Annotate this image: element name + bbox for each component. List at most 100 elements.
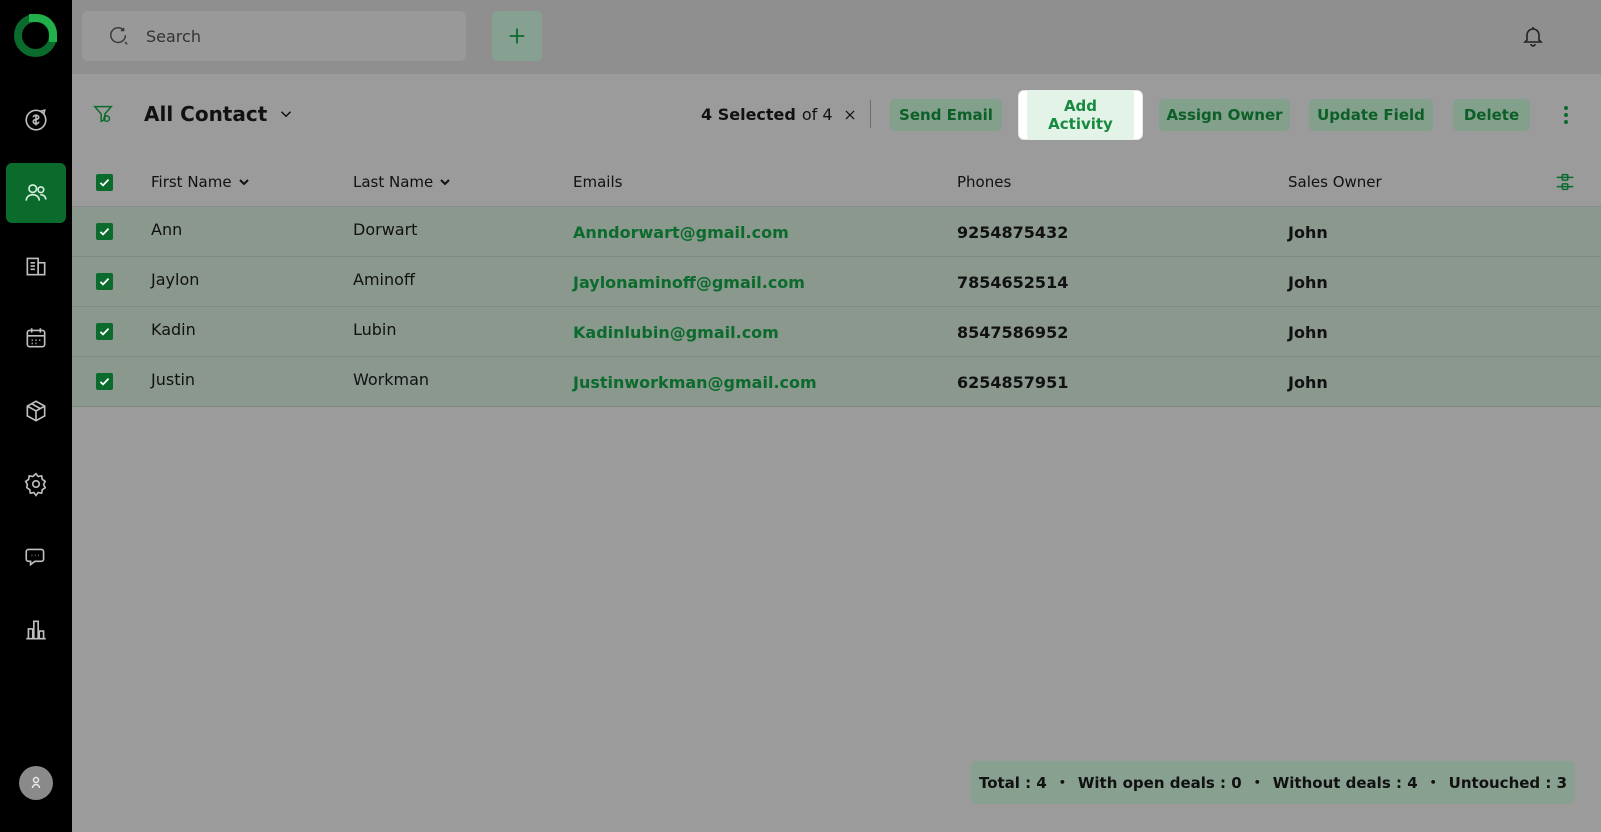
- nav-chat[interactable]: [6, 527, 66, 587]
- nav-contacts[interactable]: [6, 163, 66, 223]
- row-checkbox[interactable]: [96, 273, 113, 290]
- cell-first-name: Kadin: [151, 320, 196, 339]
- filter-button[interactable]: [92, 103, 116, 127]
- table-header: First Name Last Name Emails Phones Sales…: [72, 159, 1601, 207]
- cell-owner: John: [1288, 373, 1328, 392]
- row-checkbox[interactable]: [96, 323, 113, 340]
- view-selector[interactable]: All Contact: [144, 102, 295, 126]
- avatar[interactable]: [19, 766, 53, 800]
- nav-companies[interactable]: [6, 236, 66, 296]
- table-row[interactable]: Justin Workman Justinworkman@gmail.com 6…: [72, 357, 1601, 407]
- separator-dot: •: [1429, 776, 1437, 789]
- cell-phone: 8547586952: [957, 323, 1069, 342]
- stat-open-deals: With open deals : 0: [1077, 773, 1242, 792]
- nav-products[interactable]: [6, 381, 66, 441]
- chat-icon: [25, 548, 45, 567]
- column-label: Sales Owner: [1288, 173, 1382, 191]
- search-box[interactable]: [82, 11, 466, 61]
- delete-button[interactable]: Delete: [1453, 99, 1530, 131]
- cell-last-name: Aminoff: [353, 270, 415, 289]
- update-field-button[interactable]: Update Field: [1309, 99, 1433, 131]
- products-icon: [26, 400, 46, 422]
- stat-untouched: Untouched : 3: [1448, 773, 1568, 792]
- close-icon: [845, 110, 855, 119]
- column-first-name[interactable]: First Name: [151, 173, 250, 191]
- cell-owner: John: [1288, 273, 1328, 292]
- cell-email[interactable]: Anndorwart@gmail.com: [573, 223, 789, 242]
- cell-owner: John: [1288, 223, 1328, 242]
- column-settings-button[interactable]: [1554, 171, 1578, 195]
- row-checkbox[interactable]: [96, 373, 113, 390]
- top-bar: [72, 0, 1601, 74]
- cell-owner: John: [1288, 323, 1328, 342]
- selected-of: of 4: [801, 105, 833, 124]
- cell-email[interactable]: Jaylonaminoff@gmail.com: [573, 273, 805, 292]
- cell-phone: 6254857951: [957, 373, 1069, 392]
- column-label: Emails: [573, 173, 623, 191]
- assign-owner-button[interactable]: Assign Owner: [1159, 99, 1290, 131]
- column-emails[interactable]: Emails: [573, 173, 622, 191]
- sidebar: [0, 0, 72, 832]
- nav-deals[interactable]: [6, 90, 66, 150]
- select-all-checkbox[interactable]: [96, 174, 113, 191]
- checkbox-icon: [99, 328, 110, 336]
- stat-without-deals: Without deals : 4: [1272, 773, 1418, 792]
- table-row[interactable]: Jaylon Aminoff Jaylonaminoff@gmail.com 7…: [72, 257, 1601, 307]
- more-options-button[interactable]: [1558, 104, 1574, 128]
- checkbox-icon: [99, 278, 110, 286]
- bell-icon: [1523, 27, 1543, 47]
- cell-first-name: Jaylon: [151, 270, 200, 289]
- add-button[interactable]: [492, 11, 542, 61]
- column-sales-owner[interactable]: Sales Owner: [1288, 173, 1382, 191]
- companies-icon: [26, 257, 46, 276]
- cell-email[interactable]: Justinworkman@gmail.com: [573, 373, 817, 392]
- view-title: All Contact: [144, 102, 268, 126]
- column-label: Phones: [957, 173, 1012, 191]
- checkbox-icon: [99, 179, 110, 187]
- checkbox-icon: [99, 228, 110, 236]
- cell-last-name: Workman: [353, 370, 430, 389]
- nav-reports[interactable]: [6, 600, 66, 660]
- cell-last-name: Lubin: [353, 320, 397, 339]
- column-label: Last Name: [353, 173, 434, 191]
- notifications-button[interactable]: [1521, 24, 1547, 50]
- chevron-down-icon: [281, 111, 292, 118]
- more-vertical-icon: [1564, 106, 1568, 124]
- divider: [870, 100, 871, 128]
- plus-icon: [509, 28, 525, 44]
- contacts-icon: [25, 184, 47, 201]
- separator-dot: •: [1253, 776, 1261, 789]
- app-logo[interactable]: [14, 14, 57, 57]
- clear-selection-button[interactable]: [843, 107, 859, 123]
- stats-bar: Total : 4 • With open deals : 0 • Withou…: [971, 761, 1575, 804]
- chevron-down-icon: [238, 179, 249, 186]
- cell-phone: 7854652514: [957, 273, 1069, 292]
- filter-icon: [93, 105, 113, 123]
- user-icon: [31, 776, 41, 789]
- cell-phone: 9254875432: [957, 223, 1069, 242]
- table-row[interactable]: Kadin Lubin Kadinlubin@gmail.com 8547586…: [72, 307, 1601, 357]
- selected-count: 4 Selected: [701, 105, 796, 124]
- cell-first-name: Justin: [151, 370, 196, 389]
- add-activity-label: Add Activity: [1027, 90, 1134, 140]
- calendar-icon: [26, 328, 46, 348]
- add-activity-button[interactable]: Add Activity: [1019, 90, 1142, 140]
- separator-dot: •: [1058, 776, 1066, 789]
- nav-calendar[interactable]: [6, 308, 66, 368]
- column-settings-icon: [1556, 173, 1574, 191]
- column-phones[interactable]: Phones: [957, 173, 1011, 191]
- selection-info: 4 Selected of 4: [701, 105, 859, 124]
- column-last-name[interactable]: Last Name: [353, 173, 451, 191]
- search-icon: [110, 27, 128, 45]
- checkbox-icon: [99, 378, 110, 386]
- nav-settings[interactable]: [6, 454, 66, 514]
- row-checkbox[interactable]: [96, 223, 113, 240]
- cell-email[interactable]: Kadinlubin@gmail.com: [573, 323, 779, 342]
- deals-icon: [25, 109, 47, 131]
- table-row[interactable]: Ann Dorwart Anndorwart@gmail.com 9254875…: [72, 207, 1601, 257]
- settings-icon: [24, 472, 47, 497]
- search-input[interactable]: [146, 26, 446, 46]
- reports-icon: [26, 620, 46, 640]
- chevron-down-icon: [440, 179, 450, 186]
- send-email-button[interactable]: Send Email: [890, 99, 1002, 131]
